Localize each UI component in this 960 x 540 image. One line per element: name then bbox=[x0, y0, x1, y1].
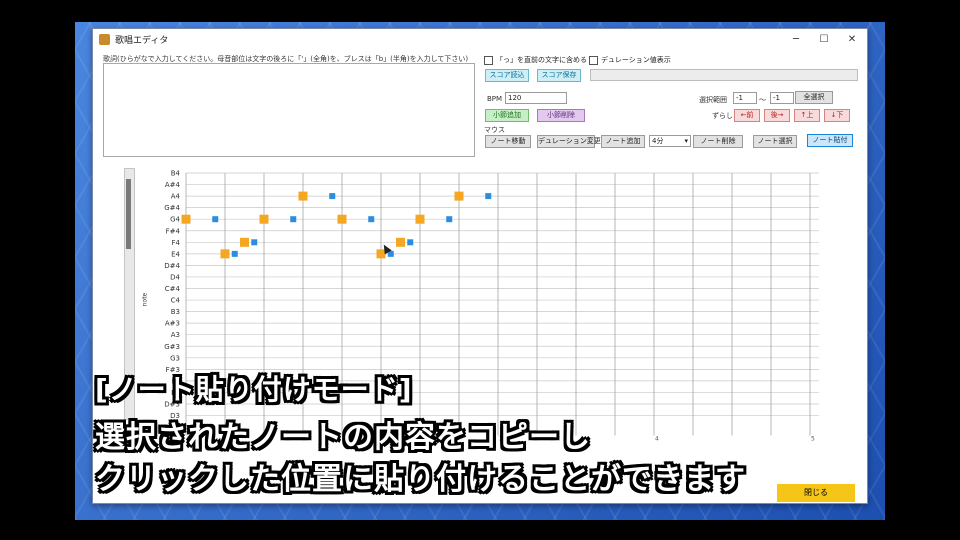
lyrics-input[interactable] bbox=[103, 63, 475, 157]
small-tsu-label: 「っ」を直前の文字に含める bbox=[496, 56, 587, 64]
note-delete-button[interactable]: ノート削除 bbox=[693, 135, 743, 148]
duration-display-label: デュレーション値表示 bbox=[601, 56, 671, 64]
range-tilde: 〜 bbox=[759, 96, 766, 104]
pitch-label: B4 bbox=[171, 170, 181, 178]
range-from-input[interactable]: -1 bbox=[733, 92, 757, 104]
blue-note-end bbox=[407, 239, 414, 246]
blue-note-end bbox=[251, 239, 258, 246]
blue-note-end bbox=[329, 193, 336, 200]
progress-bar bbox=[590, 69, 858, 81]
bpm-label: BPM bbox=[487, 95, 503, 103]
orange-note bbox=[396, 237, 405, 247]
range-label: 選択範囲 bbox=[699, 96, 727, 104]
mouse-label: マウス bbox=[484, 126, 505, 134]
shift-up-button[interactable]: ↑上 bbox=[794, 109, 820, 122]
shift-label: ずらし bbox=[712, 112, 733, 120]
note-add-button[interactable]: ノート追加 bbox=[601, 135, 645, 148]
shift-prev-button[interactable]: ←前 bbox=[734, 109, 760, 122]
note-length-value: 4分 bbox=[652, 137, 664, 145]
note-axis-label: note bbox=[141, 292, 149, 307]
pitch-label: C4 bbox=[171, 297, 181, 305]
checkbox-icon bbox=[484, 55, 493, 65]
subtitle-line-1: [ノート貼り付けモード] bbox=[95, 373, 413, 406]
pitch-label: D#4 bbox=[164, 262, 180, 270]
pitch-label: D4 bbox=[170, 273, 180, 281]
pitch-label: A#3 bbox=[165, 320, 180, 328]
subtitle-line-2: 選択されたノートの内容をコピーし bbox=[95, 420, 591, 455]
pitch-label: A3 bbox=[171, 331, 180, 339]
pitch-label: G#3 bbox=[164, 343, 180, 351]
pitch-label: F4 bbox=[172, 239, 181, 247]
shift-next-button[interactable]: 後→ bbox=[764, 109, 790, 122]
blue-note-end bbox=[446, 216, 453, 223]
orange-note bbox=[220, 249, 230, 259]
orange-note bbox=[454, 191, 464, 201]
maximize-button[interactable]: ☐ bbox=[811, 31, 837, 49]
window-title: 歌唱エディタ bbox=[115, 36, 169, 46]
score-save-button[interactable]: スコア保存 bbox=[537, 69, 581, 82]
orange-note bbox=[240, 237, 249, 247]
duration-change-button[interactable]: デュレーション変更 bbox=[537, 135, 601, 148]
orange-note bbox=[337, 214, 347, 224]
minimize-button[interactable]: ─ bbox=[783, 31, 809, 49]
app-icon bbox=[99, 34, 110, 45]
pitch-label: C#4 bbox=[165, 285, 181, 293]
select-all-button[interactable]: 全選択 bbox=[795, 91, 833, 104]
chevron-down-icon: ▾ bbox=[684, 137, 688, 145]
pitch-label: E4 bbox=[171, 250, 180, 258]
blue-note-end bbox=[368, 216, 375, 223]
orange-note bbox=[181, 214, 191, 224]
orange-note bbox=[415, 214, 425, 224]
add-measure-button[interactable]: 小節追加 bbox=[485, 109, 529, 122]
duration-display-checkbox[interactable]: デュレーション値表示 bbox=[589, 55, 671, 65]
shift-down-button[interactable]: ↓下 bbox=[824, 109, 850, 122]
delete-measure-button[interactable]: 小節削除 bbox=[537, 109, 585, 122]
checkbox-icon bbox=[589, 55, 598, 65]
pitch-label: F#4 bbox=[166, 227, 181, 235]
pitch-label: A#4 bbox=[165, 181, 181, 189]
blue-note-end bbox=[485, 193, 492, 200]
note-length-select[interactable]: 4分 ▾ bbox=[649, 135, 691, 147]
pitch-label: B3 bbox=[171, 308, 180, 316]
note-move-button[interactable]: ノート移動 bbox=[485, 135, 531, 148]
pitch-label: G3 bbox=[170, 354, 180, 362]
note-paste-button[interactable]: ノート貼付 bbox=[807, 134, 853, 147]
small-tsu-checkbox[interactable]: 「っ」を直前の文字に含める bbox=[484, 55, 587, 65]
close-button[interactable]: ✕ bbox=[839, 31, 865, 49]
subtitle-line-3: クリックした位置に貼り付けることができます bbox=[95, 462, 746, 497]
orange-note bbox=[259, 214, 269, 224]
blue-note-end bbox=[231, 250, 238, 257]
blue-note-end bbox=[290, 216, 297, 223]
pitch-label: G4 bbox=[170, 216, 180, 224]
blue-note-end bbox=[212, 216, 219, 223]
score-load-button[interactable]: スコア読込 bbox=[485, 69, 529, 82]
scrollbar-thumb[interactable] bbox=[126, 179, 131, 249]
note-select-button[interactable]: ノート選択 bbox=[753, 135, 797, 148]
title-bar: 歌唱エディタ ─ ☐ ✕ bbox=[93, 29, 867, 51]
orange-note bbox=[298, 191, 308, 201]
pitch-label: A4 bbox=[171, 193, 181, 201]
bpm-input[interactable]: 120 bbox=[505, 92, 567, 104]
range-to-input[interactable]: -1 bbox=[770, 92, 794, 104]
pitch-label: G#4 bbox=[164, 204, 180, 212]
